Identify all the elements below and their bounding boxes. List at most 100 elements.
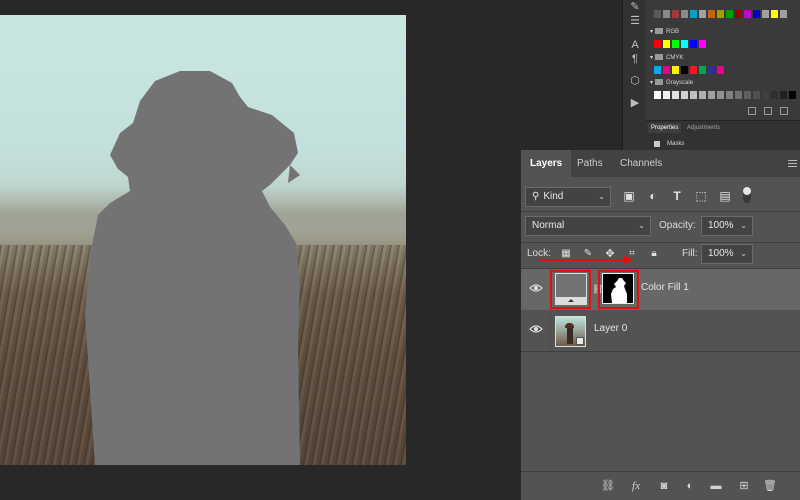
document-canvas[interactable] xyxy=(0,15,406,465)
rgb-swatch[interactable] xyxy=(681,40,688,48)
recent-swatch[interactable] xyxy=(717,10,724,18)
recent-swatch[interactable] xyxy=(726,10,733,18)
layer-row-color-fill[interactable]: ⛓ Color Fill 1 xyxy=(521,269,800,310)
folder-icon xyxy=(655,28,664,35)
swatch-group-rgb[interactable]: ▾ RGB xyxy=(650,28,679,37)
tab-properties[interactable]: Properties xyxy=(648,123,682,133)
new-swatch-icon[interactable] xyxy=(764,107,772,115)
lock-all-icon[interactable]: 🔒︎ xyxy=(647,247,661,261)
layer-thumbnail[interactable] xyxy=(555,316,586,347)
cmyk-swatch[interactable] xyxy=(708,66,715,74)
recent-swatch[interactable] xyxy=(771,10,778,18)
grayscale-swatch[interactable] xyxy=(654,91,661,99)
tab-layers[interactable]: Layers xyxy=(521,150,572,177)
smart-object-filter-icon[interactable]: ▤ xyxy=(718,189,732,203)
rgb-swatch[interactable] xyxy=(690,40,697,48)
image-filter-icon[interactable]: ▣ xyxy=(622,189,636,203)
swatches-footer xyxy=(646,104,800,120)
tab-paths[interactable]: Paths xyxy=(568,150,612,177)
3d-cube-icon[interactable]: ⬡ xyxy=(627,74,643,88)
chevron-down-icon: ▾ xyxy=(650,80,654,86)
swatches-panel: ▾ RGB ▾ CMYK ▾ Grayscale xyxy=(646,0,800,120)
shape-filter-icon[interactable]: ⬚ xyxy=(694,189,708,203)
recent-swatch[interactable] xyxy=(753,10,760,18)
filter-toggle[interactable] xyxy=(743,187,751,203)
rgb-swatch[interactable] xyxy=(699,40,706,48)
cmyk-swatch[interactable] xyxy=(681,66,688,74)
recent-swatch[interactable] xyxy=(762,10,769,18)
layer-name[interactable]: Color Fill 1 xyxy=(641,282,689,293)
folder-icon[interactable] xyxy=(748,107,756,115)
cmyk-swatch[interactable] xyxy=(654,66,661,74)
grayscale-swatch[interactable] xyxy=(735,91,742,99)
grayscale-swatch[interactable] xyxy=(672,91,679,99)
adjustment-layer-icon[interactable]: ◐ xyxy=(683,479,697,493)
grayscale-swatch[interactable] xyxy=(753,91,760,99)
new-layer-icon[interactable]: ⊞ xyxy=(737,479,751,493)
grayscale-swatch[interactable] xyxy=(708,91,715,99)
canvas-bottom-area xyxy=(0,465,520,500)
recent-swatch[interactable] xyxy=(681,10,688,18)
smart-object-badge-icon xyxy=(576,337,584,345)
rgb-swatch[interactable] xyxy=(672,40,679,48)
grayscale-swatch[interactable] xyxy=(744,91,751,99)
recent-swatch[interactable] xyxy=(708,10,715,18)
divider xyxy=(521,242,800,243)
grayscale-swatch[interactable] xyxy=(762,91,769,99)
cmyk-swatch[interactable] xyxy=(663,66,670,74)
recent-swatch[interactable] xyxy=(735,10,742,18)
recent-swatch[interactable] xyxy=(663,10,670,18)
recent-swatch[interactable] xyxy=(780,10,787,18)
grayscale-swatch[interactable] xyxy=(663,91,670,99)
grayscale-swatch[interactable] xyxy=(681,91,688,99)
eye-icon[interactable] xyxy=(529,281,543,295)
grayscale-swatch[interactable] xyxy=(780,91,787,99)
trash-icon[interactable]: 🗑︎ xyxy=(763,479,777,493)
add-mask-icon[interactable]: ◙ xyxy=(657,479,671,493)
cmyk-swatch[interactable] xyxy=(672,66,679,74)
grayscale-swatch[interactable] xyxy=(771,91,778,99)
panel-menu-icon[interactable] xyxy=(788,160,797,169)
adjustment-filter-icon[interactable]: ◐ xyxy=(646,189,660,203)
grayscale-swatch[interactable] xyxy=(690,91,697,99)
fill-input[interactable]: 100% ⌄ xyxy=(701,244,753,264)
group-folder-icon[interactable]: ▬ xyxy=(709,479,723,493)
character-icon[interactable]: A xyxy=(627,38,643,52)
cmyk-swatch[interactable] xyxy=(690,66,697,74)
sliders-icon[interactable]: ☰ xyxy=(627,14,643,28)
grayscale-swatch[interactable] xyxy=(699,91,706,99)
cmyk-swatch[interactable] xyxy=(699,66,706,74)
fx-icon[interactable]: fx xyxy=(629,479,643,493)
cmyk-swatch[interactable] xyxy=(717,66,724,74)
recent-swatch[interactable] xyxy=(744,10,751,18)
tab-adjustments[interactable]: Adjustments xyxy=(684,123,723,133)
swatch-group-cmyk[interactable]: ▾ CMYK xyxy=(650,54,683,63)
swatch-group-grayscale[interactable]: ▾ Grayscale xyxy=(650,79,693,88)
link-layers-icon[interactable]: ⛓ xyxy=(601,479,615,493)
grayscale-swatch[interactable] xyxy=(726,91,733,99)
type-filter-icon[interactable]: T xyxy=(670,189,684,203)
trash-icon[interactable] xyxy=(780,107,788,115)
folder-icon xyxy=(655,54,664,61)
tab-channels[interactable]: Channels xyxy=(611,150,671,177)
play-icon[interactable]: ▶ xyxy=(627,96,643,110)
recent-swatch[interactable] xyxy=(699,10,706,18)
paragraph-icon[interactable]: ¶ xyxy=(627,52,643,66)
layer-name[interactable]: Layer 0 xyxy=(594,323,627,334)
brush-icon[interactable]: ✎ xyxy=(627,0,643,14)
recent-swatch[interactable] xyxy=(654,10,661,18)
fill-thumbnail[interactable] xyxy=(555,273,587,305)
grayscale-swatch[interactable] xyxy=(789,91,796,99)
eye-icon[interactable] xyxy=(529,322,543,336)
filter-kind-select[interactable]: ⚲ Kind ⌄ xyxy=(525,187,611,207)
blend-mode-select[interactable]: Normal ⌄ xyxy=(525,216,651,236)
rgb-swatch[interactable] xyxy=(654,40,661,48)
recent-swatch[interactable] xyxy=(672,10,679,18)
opacity-input[interactable]: 100% ⌄ xyxy=(701,216,753,236)
mask-thumbnail[interactable] xyxy=(602,273,634,304)
properties-panel: Properties Adjustments Masks xyxy=(646,120,800,151)
layer-row-layer-0[interactable]: Layer 0 xyxy=(521,310,800,351)
grayscale-swatch[interactable] xyxy=(717,91,724,99)
rgb-swatch[interactable] xyxy=(663,40,670,48)
recent-swatch[interactable] xyxy=(690,10,697,18)
